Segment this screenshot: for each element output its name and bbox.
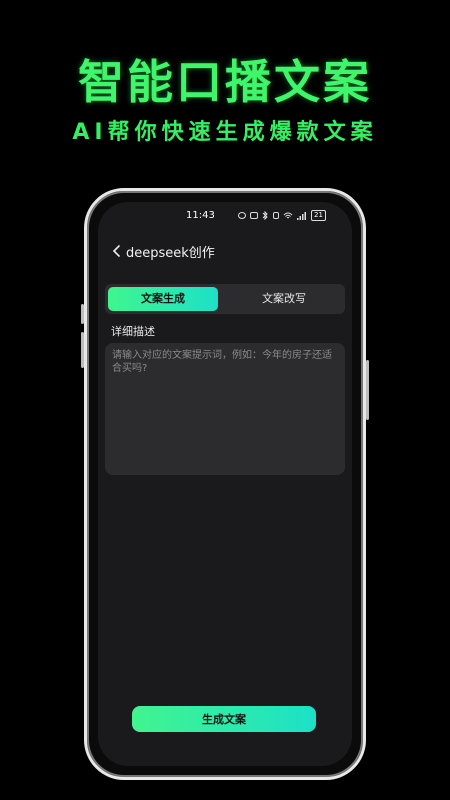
tab-rewrite[interactable]: 文案改写	[229, 287, 339, 311]
promo-headline: 智能口播文案	[78, 55, 372, 109]
chevron-left-icon[interactable]	[108, 242, 126, 260]
description-input[interactable]	[105, 343, 345, 475]
tab-bar: 文案生成 文案改写	[105, 284, 345, 314]
promo-subline: AI帮你快速生成爆款文案	[72, 120, 378, 145]
vibrate-icon	[273, 212, 279, 219]
nav-bar: deepseek创作	[98, 238, 352, 262]
generate-button[interactable]: 生成文案	[132, 706, 316, 732]
battery-indicator: 21	[311, 210, 326, 221]
description-label: 详细描述	[111, 325, 155, 338]
status-icons: 21	[238, 210, 326, 221]
signal-icon	[297, 211, 306, 220]
phone-side-button-right	[366, 360, 369, 420]
nfc-icon	[250, 212, 258, 219]
bluetooth-icon	[262, 211, 268, 220]
page-title: deepseek创作	[126, 246, 215, 261]
wifi-icon	[283, 212, 293, 218]
eye-icon	[238, 212, 246, 219]
phone-side-button-left-2	[81, 332, 84, 368]
status-bar: 11:43 21	[98, 208, 352, 226]
tab-generate[interactable]: 文案生成	[108, 287, 218, 311]
phone-screen: 11:43 21 deepseek创作 文案生成 文案改写 详细描述 生成文案	[98, 202, 352, 766]
phone-side-button-left-1	[81, 304, 84, 324]
status-time: 11:43	[186, 210, 215, 221]
